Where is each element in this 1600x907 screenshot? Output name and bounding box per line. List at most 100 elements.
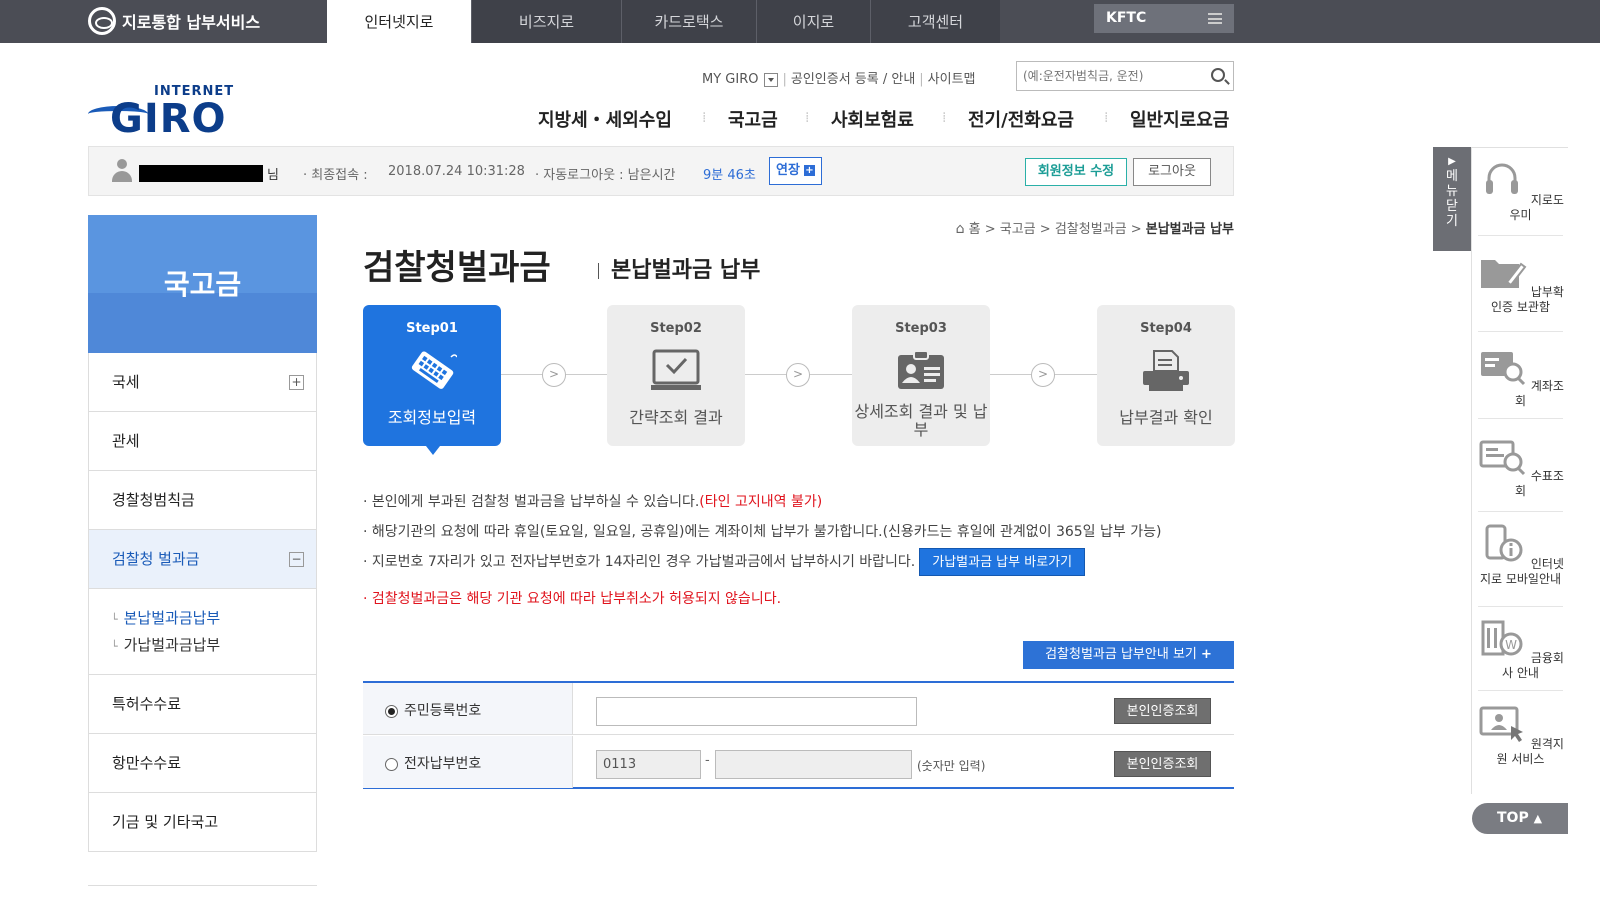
epay-radio[interactable] bbox=[385, 757, 398, 771]
sitemap-link[interactable]: 사이트맵 bbox=[928, 72, 976, 87]
breadcrumb: ⌂ 홈 > 국고금 > 검찰청벌과금 > 본납벌과금 납부 bbox=[955, 221, 1234, 237]
tab-egiro[interactable]: 이지로 bbox=[756, 0, 870, 43]
tab-cardrotax[interactable]: 카드로택스 bbox=[621, 0, 756, 43]
gnb-general-giro[interactable]: 일반지로요금 bbox=[1130, 106, 1229, 132]
lnb-item-customs[interactable]: 관세 bbox=[89, 412, 316, 471]
quick-menu-panel: 지로도우미 납부확인증 보관함 계좌조회 수표조회 인터넷지로 모바일안내 W … bbox=[1471, 147, 1568, 794]
extend-label: 연장 bbox=[776, 163, 800, 178]
extend-button[interactable]: 연장 + bbox=[769, 157, 822, 185]
lnb-item-label: 특허수수료 bbox=[112, 695, 182, 713]
breadcrumb-level1[interactable]: 국고금 bbox=[1000, 222, 1036, 237]
tab-internet-giro[interactable]: 인터넷지로 bbox=[327, 0, 471, 43]
lnb-sub-item-provisional-fine[interactable]: └ 가납벌과금납부 bbox=[111, 634, 316, 661]
chevron-right-icon: > bbox=[1031, 363, 1055, 387]
monitor-check-icon bbox=[651, 349, 701, 390]
quick-receipt-box[interactable]: 납부확인증 보관함 bbox=[1472, 252, 1569, 315]
triangle-up-icon: ▲ bbox=[1533, 812, 1543, 825]
resident-radio[interactable] bbox=[385, 704, 398, 718]
resident-option[interactable]: 주민등록번호 bbox=[363, 683, 573, 734]
scroll-top-button[interactable]: TOP ▲ bbox=[1472, 803, 1568, 834]
tab-biz-giro[interactable]: 비즈지로 bbox=[471, 0, 621, 43]
last-login-value: 2018.07.24 10:31:28 bbox=[388, 164, 525, 179]
home-icon[interactable]: ⌂ bbox=[956, 221, 965, 237]
mobile-info-icon bbox=[1485, 524, 1523, 562]
cert-link[interactable]: 공인인증서 등록 / 안내 bbox=[791, 72, 915, 87]
page-subtitle: 본납벌과금 납부 bbox=[598, 252, 760, 284]
id-card-icon bbox=[898, 350, 944, 389]
globe-icon bbox=[88, 7, 116, 35]
lnb-item-label: 검찰청 벌과금 bbox=[112, 550, 200, 568]
epay-option[interactable]: 전자납부번호 bbox=[363, 736, 573, 788]
step-label: 조회정보입력 bbox=[387, 408, 477, 427]
quick-account-lookup[interactable]: 계좌조회 bbox=[1472, 346, 1569, 409]
plus-icon: + bbox=[803, 165, 815, 176]
lnb-item-patent-fee[interactable]: 특허수수료 bbox=[89, 675, 316, 734]
logout-button[interactable]: 로그아웃 bbox=[1133, 158, 1211, 186]
epay-prefix-input: 0113 bbox=[596, 750, 701, 779]
search-box bbox=[1016, 61, 1234, 91]
breadcrumb-home[interactable]: 홈 bbox=[969, 222, 981, 237]
resident-number-input[interactable] bbox=[596, 697, 917, 726]
step-number: Step01 bbox=[406, 321, 458, 336]
expand-icon[interactable]: + bbox=[289, 375, 304, 390]
step-3: Step03 상세조회 결과 및 납부 bbox=[852, 305, 990, 446]
tab-customer-center[interactable]: 고객센터 bbox=[870, 0, 1000, 43]
form-row-epay: 전자납부번호 0113 - (숫자만 입력) 본인인증조회 bbox=[363, 736, 1234, 788]
payment-guide-button[interactable]: 검찰청벌과금 납부안내 보기 + bbox=[1023, 641, 1234, 669]
page-title: 검찰청벌과금 bbox=[363, 248, 551, 288]
gnb-electric-phone[interactable]: 전기/전화요금 bbox=[968, 106, 1074, 132]
gnb-social-insurance[interactable]: 사회보험료 bbox=[831, 106, 914, 132]
logo-giro-text: GIRO bbox=[110, 96, 227, 142]
step-2: Step02 간략조회 결과 bbox=[607, 305, 745, 446]
lnb-item-national-tax[interactable]: 국세 + bbox=[89, 353, 316, 412]
quick-check-lookup[interactable]: 수표조회 bbox=[1472, 436, 1569, 499]
dropdown-icon[interactable] bbox=[764, 72, 779, 87]
lnb-item-police-fine[interactable]: 경찰청범칙금 bbox=[89, 471, 316, 530]
collapse-icon[interactable]: − bbox=[289, 552, 304, 567]
quick-remote-support[interactable]: 원격지원 서비스 bbox=[1472, 704, 1569, 767]
edit-member-button[interactable]: 회원정보 수정 bbox=[1025, 158, 1127, 186]
service-brand[interactable]: 지로통합 납부서비스 bbox=[88, 6, 260, 36]
user-suffix: 님 bbox=[267, 168, 279, 183]
provisional-fine-shortcut-button[interactable]: 가납벌과금 납부 바로가기 bbox=[919, 548, 1086, 576]
my-giro-link[interactable]: MY GIRO bbox=[702, 72, 758, 87]
lnb-item-prosecution-fine[interactable]: 검찰청 벌과금 − bbox=[89, 530, 316, 589]
kftc-menu[interactable]: KFTC bbox=[1094, 4, 1234, 33]
guide-label: 검찰청벌과금 납부안내 보기 bbox=[1045, 647, 1197, 662]
step-number: Step04 bbox=[1140, 321, 1192, 336]
search-input[interactable] bbox=[1017, 62, 1197, 90]
epay-number-input[interactable] bbox=[715, 750, 912, 779]
auth-lookup-button-2[interactable]: 본인인증조회 bbox=[1114, 751, 1211, 777]
quick-mobile-guide[interactable]: 인터넷지로 모바일안내 bbox=[1472, 524, 1569, 587]
lnb-sub-item-label: 가납벌과금납부 bbox=[123, 636, 221, 654]
lnb-item-label: 경찰청범칙금 bbox=[112, 491, 195, 509]
quick-giro-helper[interactable]: 지로도우미 bbox=[1472, 160, 1569, 223]
user-icon bbox=[111, 159, 133, 183]
auth-lookup-button[interactable]: 본인인증조회 bbox=[1114, 698, 1211, 724]
search-icon[interactable] bbox=[1211, 68, 1225, 82]
form-row-resident: 주민등록번호 본인인증조회 bbox=[363, 683, 1234, 735]
lnb-sub-item-main-fine[interactable]: └ 본납벌과금납부 bbox=[111, 607, 316, 634]
breadcrumb-level2[interactable]: 검찰청벌과금 bbox=[1055, 222, 1127, 237]
lnb-item-port-fee[interactable]: 항만수수료 bbox=[89, 734, 316, 793]
quick-financial-guide[interactable]: W 금융회사 안내 bbox=[1472, 618, 1569, 681]
lnb-item-fund-etc[interactable]: 기금 및 기타국고 bbox=[89, 793, 316, 852]
bank-won-icon: W bbox=[1481, 620, 1523, 656]
lnb-item-label: 항만수수료 bbox=[112, 754, 182, 772]
keyboard-icon bbox=[411, 351, 457, 389]
remaining-time: 9분 46초 bbox=[703, 168, 756, 183]
auto-logout-label: · 자동로그아웃 : 남은시간 bbox=[535, 168, 676, 183]
epay-label: 전자납부번호 bbox=[404, 756, 482, 772]
step-label: 간략조회 결과 bbox=[629, 408, 723, 427]
step-4: Step04 납부결과 확인 bbox=[1097, 305, 1235, 446]
gnb-national-treasury[interactable]: 국고금 bbox=[728, 106, 778, 132]
lookup-form: 주민등록번호 본인인증조회 전자납부번호 0113 - (숫자만 입력) 본인인… bbox=[363, 681, 1234, 789]
lnb-item-label: 기금 및 기타국고 bbox=[112, 813, 219, 831]
lnb-item-label: 국세 bbox=[112, 373, 140, 391]
notice-1-red: (타인 고지내역 불가) bbox=[699, 494, 823, 510]
page-subtitle-text: 본납벌과금 납부 bbox=[611, 258, 761, 283]
gnb-local-tax[interactable]: 지방세・세외수입 bbox=[538, 106, 672, 132]
internet-giro-logo[interactable]: INTERNET GIRO bbox=[88, 84, 238, 142]
quick-menu-close[interactable]: ▶ 메뉴닫기 bbox=[1433, 147, 1471, 251]
check-search-icon bbox=[1479, 440, 1526, 476]
